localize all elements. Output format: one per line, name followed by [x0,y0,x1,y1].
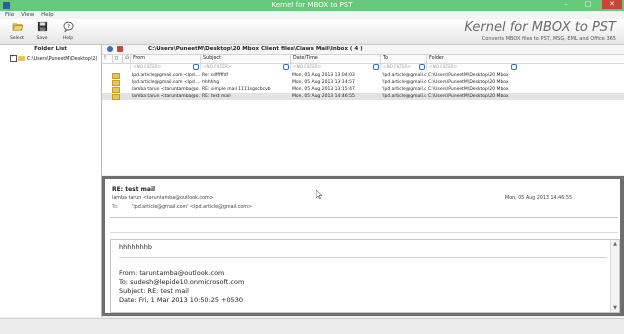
mailbox-path: C:\Users\PuneetM\Desktop\20 Mbox Client … [148,46,363,52]
body-divider [119,257,607,258]
mail-folder: C:\Users\PuneetM\Desktop\20 Mbox [428,80,509,85]
filter-to[interactable]: <NO FILTER> [380,64,427,70]
save-button[interactable]: Save [32,21,52,41]
menu-view[interactable]: View [21,11,34,19]
mail-subject: hhhhhg [202,80,220,85]
body-line: To: sudesh@lepide10.onmicrosoft.com [119,278,245,286]
column-subject[interactable]: Subject [200,55,291,63]
select-button[interactable]: Select [7,21,27,41]
brand-subtitle: Converts MBOX files to PST, MSG, EML and… [481,36,616,42]
column-folder[interactable]: Folder [426,55,519,63]
filter-folder[interactable]: <NO FILTER> [426,64,519,70]
preview-to: 'lpd.article@gmail.com' <lpd.article@gma… [132,205,252,210]
search-icon [419,64,425,70]
divider [110,217,618,218]
mail-date: Mon, 05 Aug 2013 13:15:47 [292,87,355,92]
column-header-row: ! ▯ ∅ From Subject Date/Time To Folder [102,55,624,64]
status-bar [0,318,624,334]
mail-to: 'lpd.article@gmail.com' [382,80,426,85]
save-label: Save [36,36,48,41]
title-bar: Kernel for MBOX to PST – □ ✕ [0,0,624,11]
folder-open-icon [12,23,23,31]
preview-from: lamba tarun <taruntamba@outlook.com> [112,196,214,201]
search-icon [373,64,379,70]
help-button[interactable]: ? Help [58,21,78,41]
flag-column-icon[interactable]: ! [102,55,112,63]
envelope-icon [112,94,120,100]
folder-icon [18,56,25,61]
preview-subject: RE: test mail [112,186,156,193]
mail-folder: C:\Users\PuneetM\Desktop\20 Mbox [428,73,509,78]
filter-subject[interactable]: <NO FILTER> [200,64,291,70]
preview-pane: RE: test mail lamba tarun <taruntamba@ou… [105,179,620,313]
divider [110,232,618,233]
search-icon [283,64,289,70]
svg-text:?: ? [67,24,70,30]
folder-checkbox[interactable] [10,55,17,62]
preview-to-label: To: [112,205,119,210]
path-bar: C:\Users\PuneetM\Desktop\20 Mbox Client … [102,45,624,55]
select-label: Select [10,36,24,41]
help-bubble-icon: ? [63,21,73,33]
column-datetime[interactable]: Date/Time [290,55,381,63]
body-line: From: taruntamba@outlook.com [119,269,225,277]
close-button[interactable]: ✕ [602,0,622,9]
help-label: Help [62,36,74,41]
menu-file[interactable]: File [5,11,14,19]
scroll-down-icon[interactable]: ▼ [611,304,619,312]
mail-row[interactable]: lpd.article@gmail.com <lpd.... hhhhhg Mo… [102,79,624,86]
mail-row-selected[interactable]: lamba tarun <taruntamba@o... RE: test ma… [102,93,624,100]
mail-from: lpd.article@gmail.com <lpd.... [132,73,200,78]
column-to[interactable]: To [380,55,427,63]
preview-frame: RE: test mail lamba tarun <taruntamba@ou… [102,176,624,316]
body-line: Subject: RE: test mail [119,287,189,295]
folder-list-header: Folder List [34,46,67,52]
menu-help[interactable]: Help [41,11,54,19]
folder-tree-item[interactable]: C:\Users\PuneetM\Desktop\2( [10,55,101,62]
folder-list-panel: Folder List C:\Users\PuneetM\Desktop\2( [0,45,102,317]
search-icon [193,64,199,70]
mail-subject: RE: simple mail 1111sgscbcvb [202,87,271,92]
mailbox-icon[interactable] [117,46,123,52]
mail-row[interactable]: lamba tarun <taruntamba@o... RE: simple … [102,86,624,93]
filter-datetime[interactable]: <NO FILTER> [290,64,381,70]
mail-subject: Re: sdfffffdf [202,73,229,78]
brand-title: Kernel for MBOX to PST [464,20,616,35]
minimize-button[interactable]: – [556,0,576,9]
mail-list-panel: C:\Users\PuneetM\Desktop\20 Mbox Client … [102,45,624,175]
window-title: Kernel for MBOX to PST [271,1,353,9]
mail-folder: C:\Users\PuneetM\Desktop\20 Mbox [428,94,509,99]
mail-from: lpd.article@gmail.com <lpd.... [132,80,200,85]
mail-from: lamba tarun <taruntamba@o... [132,87,200,92]
message-body[interactable]: hhhhhhhb From: taruntamba@outlook.com To… [110,239,620,313]
mail-date: Mon, 05 Aug 2013 13:14:57 [292,80,355,85]
mail-to: 'lpd.article@gmail.com' [382,73,426,78]
mail-to: 'lpd.article@gmail.com' [382,87,426,92]
toolbar: Select Save ? Help Kernel for MBOX to PS… [0,19,624,45]
mail-subject: RE: test mail [202,94,231,99]
maximize-button[interactable]: □ [578,0,598,9]
mail-row[interactable]: lpd.article@gmail.com <lpd.... Re: sdfff… [102,72,624,79]
mail-date: Mon, 05 Aug 2013 13:04:03 [292,73,355,78]
save-disk-icon [37,21,47,32]
body-line: Date: Fri, 1 Mar 2013 10:50:25 +0530 [119,296,244,304]
body-line: hhhhhhhb [119,243,152,251]
filter-row: <NO FILTER> <NO FILTER> <NO FILTER> <NO … [102,64,624,71]
folder-path-label: C:\Users\PuneetM\Desktop\2( [27,57,98,62]
vertical-scrollbar[interactable]: ▲ ▼ [610,240,619,312]
mail-date: Mon, 05 Aug 2013 14:46:55 [292,94,355,99]
column-from[interactable]: From [130,55,201,63]
search-icon [511,64,517,70]
mouse-cursor-icon [316,190,322,199]
menu-bar: File View Help [0,11,624,19]
mail-to: 'lpd.article@gmail.com' [382,94,426,99]
preview-date: Mon, 05 Aug 2013 14:46:55 [505,196,572,201]
mail-from: lamba tarun <taruntamba@o... [132,94,200,99]
globe-icon[interactable] [107,46,113,52]
filter-from[interactable]: <NO FILTER> [130,64,201,70]
mail-folder: C:\Users\PuneetM\Desktop\20 Mbox [428,87,509,92]
scroll-up-icon[interactable]: ▲ [611,240,619,248]
